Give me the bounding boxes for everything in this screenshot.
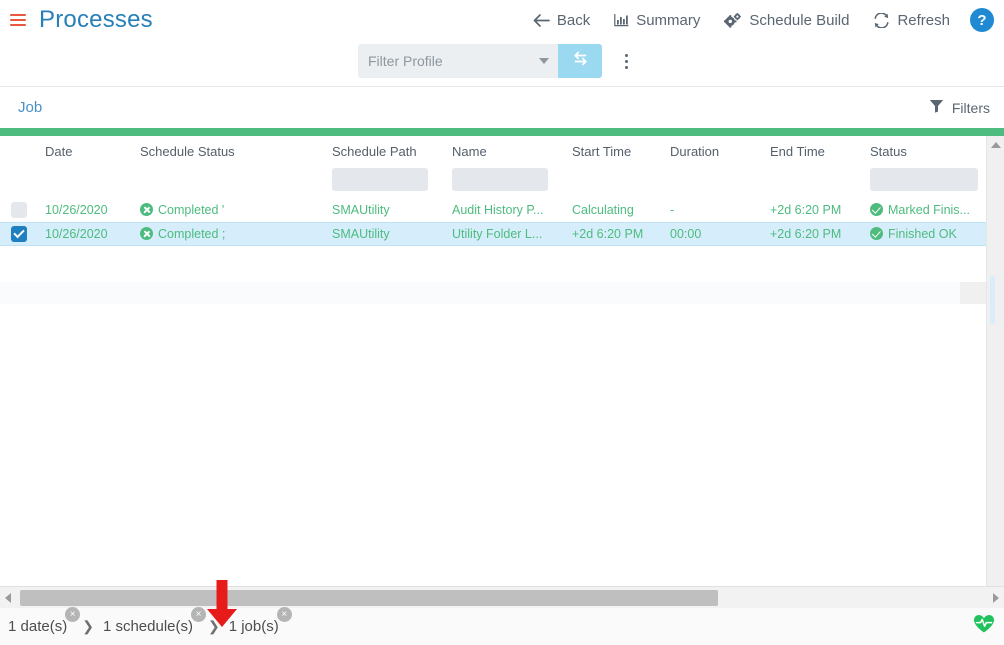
row-checkbox[interactable]	[11, 202, 27, 218]
refresh-button[interactable]: Refresh	[861, 8, 962, 33]
column-filter-name[interactable]	[452, 168, 548, 191]
row-checkbox[interactable]	[11, 226, 27, 242]
grid-placeholder-row	[0, 282, 972, 304]
grid-header: Date Schedule Status Schedule Path Name Star…	[0, 136, 1004, 198]
breadcrumb-label: 1 date(s)	[8, 618, 68, 635]
cell-end_time: +2d 6:20 PM	[770, 203, 842, 217]
back-label: Back	[556, 11, 591, 29]
cell-date: 10/26/2020	[45, 227, 108, 241]
filter-profile-select[interactable]: Filter Profile	[358, 44, 558, 78]
cell-schedule_status: Completed '	[140, 198, 325, 222]
chevron-down-icon	[539, 58, 549, 64]
refresh-icon	[873, 12, 890, 28]
breadcrumb-footer: 1 date(s) × ❯ 1 schedule(s) × ❯ 1 job(s) ×	[0, 607, 1004, 645]
cell-text-status: Marked Finis...	[888, 203, 970, 217]
column-header-date[interactable]: Date	[45, 144, 72, 159]
column-header-status[interactable]: Status	[870, 144, 907, 159]
column-header-duration[interactable]: Duration	[670, 144, 719, 159]
top-toolbar: Processes Back Summary Schedule Build Re…	[0, 0, 1004, 40]
filters-button[interactable]: Filters	[929, 99, 990, 116]
check-circle-icon	[870, 203, 883, 216]
column-filter-schedule_path[interactable]	[332, 168, 428, 191]
job-tab[interactable]: Job	[18, 99, 42, 116]
filter-profile-group: Filter Profile	[358, 44, 644, 78]
cell-text-schedule_status: Completed '	[158, 203, 225, 217]
table-row[interactable]: 10/26/2020 Completed ; SMAUtility Utility F…	[0, 222, 1004, 246]
cell-status: Finished OK	[870, 222, 970, 246]
cell-schedule_path: SMAUtility	[332, 203, 390, 217]
accent-bar	[0, 128, 1004, 136]
schedule-build-label: Schedule Build	[749, 11, 850, 29]
scroll-up-icon[interactable]	[990, 142, 1001, 148]
scroll-left-icon[interactable]	[5, 592, 11, 603]
breadcrumb-remove-icon[interactable]: ×	[190, 607, 206, 622]
vertical-scrollbar[interactable]	[986, 136, 1004, 586]
breadcrumb: 1 date(s) × ❯ 1 schedule(s) × ❯ 1 job(s) ×	[8, 607, 292, 635]
heartbeat-icon	[973, 614, 995, 639]
cell-start_time: Calculating	[572, 203, 634, 217]
gears-icon	[724, 12, 742, 28]
grid-body: 10/26/2020 Completed ' SMAUtility Audit His…	[0, 198, 1004, 246]
summary-button[interactable]: Summary	[602, 8, 712, 33]
refresh-label: Refresh	[897, 11, 950, 29]
page-title: Processes	[39, 6, 153, 33]
cell-name: Utility Folder L...	[452, 227, 543, 241]
cell-duration: -	[670, 203, 675, 217]
filter-profile-placeholder: Filter Profile	[368, 53, 443, 69]
funnel-icon	[929, 99, 944, 116]
bar-chart-icon	[614, 13, 629, 27]
summary-label: Summary	[636, 11, 701, 29]
filter-profile-row: Filter Profile	[0, 40, 1004, 86]
toolbar-actions: Back Summary Schedule Build Refresh ?	[521, 8, 1004, 33]
column-header-name[interactable]: Name	[452, 144, 487, 159]
breadcrumb-separator: ❯	[207, 618, 220, 634]
column-header-schedule_path[interactable]: Schedule Path	[332, 144, 417, 159]
breadcrumb-label: 1 schedule(s)	[102, 618, 193, 635]
breadcrumb-label: 1 job(s)	[228, 618, 279, 635]
cell-end_time: +2d 6:20 PM	[770, 227, 842, 241]
cell-text-status: Finished OK	[888, 227, 957, 241]
job-subheader: Job Filters	[0, 86, 1004, 128]
x-circle-icon	[140, 203, 153, 216]
breadcrumb-remove-icon[interactable]: ×	[65, 607, 81, 622]
x-circle-icon	[140, 227, 153, 240]
filter-profile-menu-button[interactable]	[608, 44, 644, 78]
check-circle-icon	[870, 227, 883, 240]
horizontal-scroll-thumb[interactable]	[20, 590, 718, 606]
processes-grid: Date Schedule Status Schedule Path Name Star…	[0, 136, 1004, 586]
cell-name: Audit History P...	[452, 203, 544, 217]
breadcrumb-item-1[interactable]: 1 schedule(s) ×	[102, 607, 206, 635]
breadcrumb-item-0[interactable]: 1 date(s) ×	[8, 607, 81, 635]
cell-schedule_status: Completed ;	[140, 222, 325, 246]
schedule-build-button[interactable]: Schedule Build	[712, 8, 861, 33]
back-button[interactable]: Back	[521, 8, 602, 33]
breadcrumb-item-2[interactable]: 1 job(s) ×	[228, 607, 292, 635]
help-button[interactable]: ?	[970, 8, 994, 32]
column-header-start_time[interactable]: Start Time	[572, 144, 631, 159]
swap-profile-button[interactable]	[558, 44, 602, 78]
cell-start_time: +2d 6:20 PM	[572, 227, 644, 241]
arrow-left-icon	[533, 13, 550, 28]
breadcrumb-remove-icon[interactable]: ×	[276, 607, 292, 622]
hamburger-icon[interactable]	[10, 12, 28, 28]
cell-status: Marked Finis...	[870, 198, 970, 222]
vertical-scroll-thumb[interactable]	[990, 276, 995, 324]
breadcrumb-separator: ❯	[82, 618, 94, 634]
cell-text-schedule_status: Completed ;	[158, 227, 226, 241]
health-status-button[interactable]	[973, 614, 995, 639]
horizontal-scrollbar[interactable]	[0, 586, 1004, 608]
column-filter-status[interactable]	[870, 168, 978, 191]
swap-arrows-icon	[571, 50, 590, 72]
column-header-end_time[interactable]: End Time	[770, 144, 825, 159]
column-header-schedule_status[interactable]: Schedule Status	[140, 144, 235, 159]
scroll-right-icon[interactable]	[993, 592, 999, 603]
table-row[interactable]: 10/26/2020 Completed ' SMAUtility Audit His…	[0, 198, 1004, 222]
filters-label: Filters	[951, 99, 990, 116]
cell-date: 10/26/2020	[45, 203, 108, 217]
cell-schedule_path: SMAUtility	[332, 227, 390, 241]
cell-duration: 00:00	[670, 227, 702, 241]
processes-window: Processes Back Summary Schedule Build Re…	[0, 0, 1004, 645]
